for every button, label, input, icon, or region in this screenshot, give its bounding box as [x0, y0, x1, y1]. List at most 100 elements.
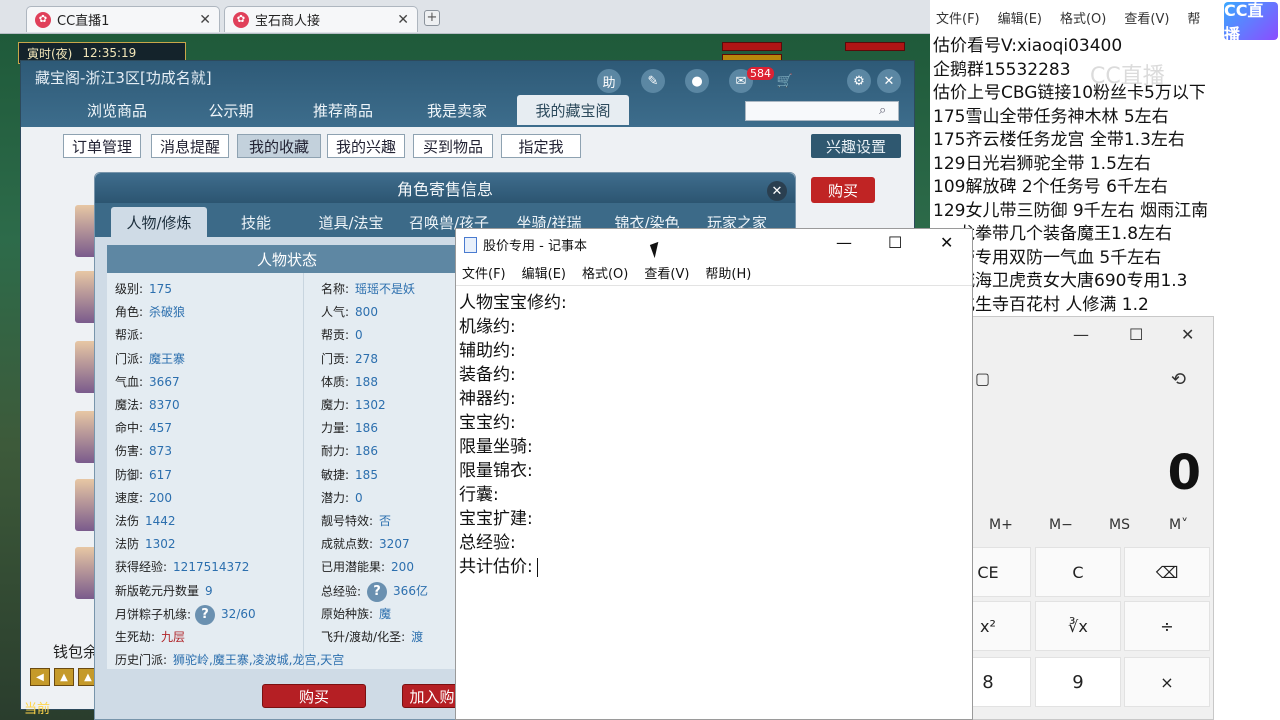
menu-help[interactable]: 帮	[1187, 8, 1200, 27]
menu-format[interactable]: 格式(O)	[582, 263, 628, 282]
close-icon[interactable]: ✕	[767, 181, 787, 201]
tab-recommend[interactable]: 推荐商品	[293, 95, 393, 125]
history-icon[interactable]: ⟲	[1171, 369, 1186, 390]
menu-file[interactable]: 文件(F)	[462, 263, 506, 282]
notepad-titlebar: 股价专用 - 记事本	[464, 235, 587, 254]
stat-label: 门派:	[115, 351, 144, 366]
new-tab-button[interactable]: +	[424, 10, 440, 26]
stat-value: 366亿	[393, 584, 428, 599]
menu-view[interactable]: 查看(V)	[644, 263, 689, 282]
stat-row-left: 魔法: 8370	[115, 396, 180, 413]
close-icon[interactable]: ✕	[1181, 325, 1194, 344]
close-icon[interactable]: ✕	[877, 69, 901, 93]
minimize-icon[interactable]: —	[1073, 325, 1089, 344]
memory-add-button[interactable]: M+	[989, 517, 1013, 533]
tab-notices[interactable]: 消息提醒	[151, 134, 229, 158]
tab-my-cbg[interactable]: 我的藏宝阁	[517, 95, 629, 125]
role-dialog-title: 角色寄售信息	[95, 173, 795, 203]
cart-icon[interactable]: 🛒	[773, 69, 797, 93]
digit-9-button[interactable]: 9	[1035, 657, 1121, 707]
stat-label: 新版乾元丹数量	[115, 583, 200, 598]
tab-bought[interactable]: 买到物品	[413, 134, 493, 158]
close-icon[interactable]: ✕	[940, 233, 953, 252]
stat-row-right: 人气: 800	[321, 303, 378, 320]
wallet-label: 钱包余	[53, 643, 99, 661]
tab-favorites[interactable]: 我的收藏	[237, 134, 321, 158]
search-icon[interactable]: ⌕	[879, 103, 886, 118]
stat-label: 敏捷:	[321, 467, 350, 482]
keep-on-top-icon[interactable]: ▢	[975, 369, 990, 388]
memory-list-button[interactable]: M˅	[1169, 517, 1188, 533]
stat-label: 已用潜能果:	[321, 560, 386, 575]
notepad-line: 宝宝扩建:	[459, 509, 533, 529]
tab-interests[interactable]: 我的兴趣	[327, 134, 405, 158]
menu-format[interactable]: 格式(O)	[1060, 8, 1106, 27]
stat-value: 278	[355, 351, 378, 366]
stat-label: 飞升/渡劫/化圣:	[321, 630, 406, 644]
notepad-menu-bar: 文件(F) 编辑(E) 格式(O) 查看(V) 帮助(H)	[462, 263, 751, 282]
stat-value: 873	[149, 444, 172, 459]
tab-browse[interactable]: 浏览商品	[65, 95, 169, 125]
help-icon[interactable]: ?	[195, 604, 216, 625]
tab-character[interactable]: 人物/修炼	[111, 207, 207, 237]
add-to-cart-button[interactable]: 加入购	[402, 684, 462, 708]
tab-assigned[interactable]: 指定我	[501, 134, 581, 158]
menu-view[interactable]: 查看(V)	[1124, 8, 1169, 27]
cbg-title: 藏宝阁-浙江3区[功成名就]	[35, 69, 212, 87]
stat-label: 靓号特效:	[321, 514, 374, 528]
search-input[interactable]	[745, 101, 899, 121]
status-section-title: 人物状态	[107, 245, 467, 273]
notepad-bg-line: 估价上号CBG链接10粉丝卡5万以下	[933, 83, 1206, 103]
hp-bar	[722, 42, 782, 51]
cc-live-logo: CC直播	[1224, 1, 1278, 44]
pin-icon[interactable]: ✎	[641, 69, 665, 93]
browser-tab-gem-merchant[interactable]: ✿ 宝石商人接 ✕	[224, 6, 418, 32]
cube-root-button[interactable]: ∛x	[1035, 601, 1121, 651]
tab-items[interactable]: 道具/法宝	[305, 207, 397, 237]
notepad-text-area[interactable]: 人物宝宝修约: 机缘约: 辅助约: 装备约: 神器约: 宝宝约: 限量坐骑: 限量锦衣: 行囊:…	[456, 285, 972, 719]
notepad-line: 人物宝宝修约:	[459, 293, 567, 313]
stat-label: 魔法:	[115, 398, 144, 412]
buy-bottom-button[interactable]: 购买	[262, 684, 366, 708]
menu-help[interactable]: 帮助(H)	[705, 263, 751, 282]
buy-button[interactable]: 购买	[811, 177, 875, 203]
menu-edit[interactable]: 编辑(E)	[998, 8, 1042, 27]
tab-seller[interactable]: 我是卖家	[405, 95, 509, 125]
arrow-left-icon[interactable]: ◀	[30, 668, 50, 686]
close-icon[interactable]: ✕	[199, 12, 211, 28]
menu-edit[interactable]: 编辑(E)	[522, 263, 566, 282]
help-button[interactable]: 助	[597, 69, 621, 93]
settings-icon[interactable]: ⚙	[847, 69, 871, 93]
minimize-icon[interactable]: —	[836, 233, 852, 252]
text-caret	[536, 557, 538, 577]
browser-tab-cc-live[interactable]: ✿ CC直播1 ✕	[26, 6, 220, 32]
maximize-icon[interactable]: ☐	[1129, 325, 1143, 344]
clear-button[interactable]: C	[1035, 547, 1121, 597]
stat-value: 0	[355, 328, 363, 343]
stat-value: 8370	[149, 398, 180, 412]
backspace-button[interactable]: ⌫	[1124, 547, 1210, 597]
interest-settings-button[interactable]: 兴趣设置	[811, 134, 901, 158]
stat-label: 耐力:	[321, 444, 350, 459]
memory-store-button[interactable]: MS	[1109, 517, 1130, 533]
close-icon[interactable]: ✕	[397, 12, 409, 28]
divide-button[interactable]: ÷	[1124, 601, 1210, 651]
stat-value: 200	[149, 490, 172, 505]
stat-row-left: 历史门派: 狮驼岭,魔王寨,凌波城,龙宫,天宫	[115, 651, 344, 668]
menu-file[interactable]: 文件(F)	[936, 8, 980, 27]
maximize-icon[interactable]: ☐	[888, 233, 902, 252]
help-icon[interactable]: ?	[367, 581, 388, 602]
multiply-button[interactable]: ×	[1124, 657, 1210, 707]
stat-label: 级别:	[115, 282, 144, 296]
tab-orders[interactable]: 订单管理	[63, 134, 141, 158]
stat-label: 气血:	[115, 374, 144, 389]
memory-subtract-button[interactable]: M−	[1049, 517, 1073, 533]
record-icon[interactable]: ●	[685, 69, 709, 93]
notepad-bg-line: 企鹅群15532283	[933, 59, 1071, 80]
tab-public[interactable]: 公示期	[181, 95, 281, 125]
tab-skills[interactable]: 技能	[215, 207, 297, 237]
notepad-icon	[464, 236, 477, 253]
arrow-up-icon[interactable]: ▲	[54, 668, 74, 686]
stat-row-right: 成就点数: 3207	[321, 535, 410, 552]
stat-label: 历史门派:	[115, 653, 168, 668]
